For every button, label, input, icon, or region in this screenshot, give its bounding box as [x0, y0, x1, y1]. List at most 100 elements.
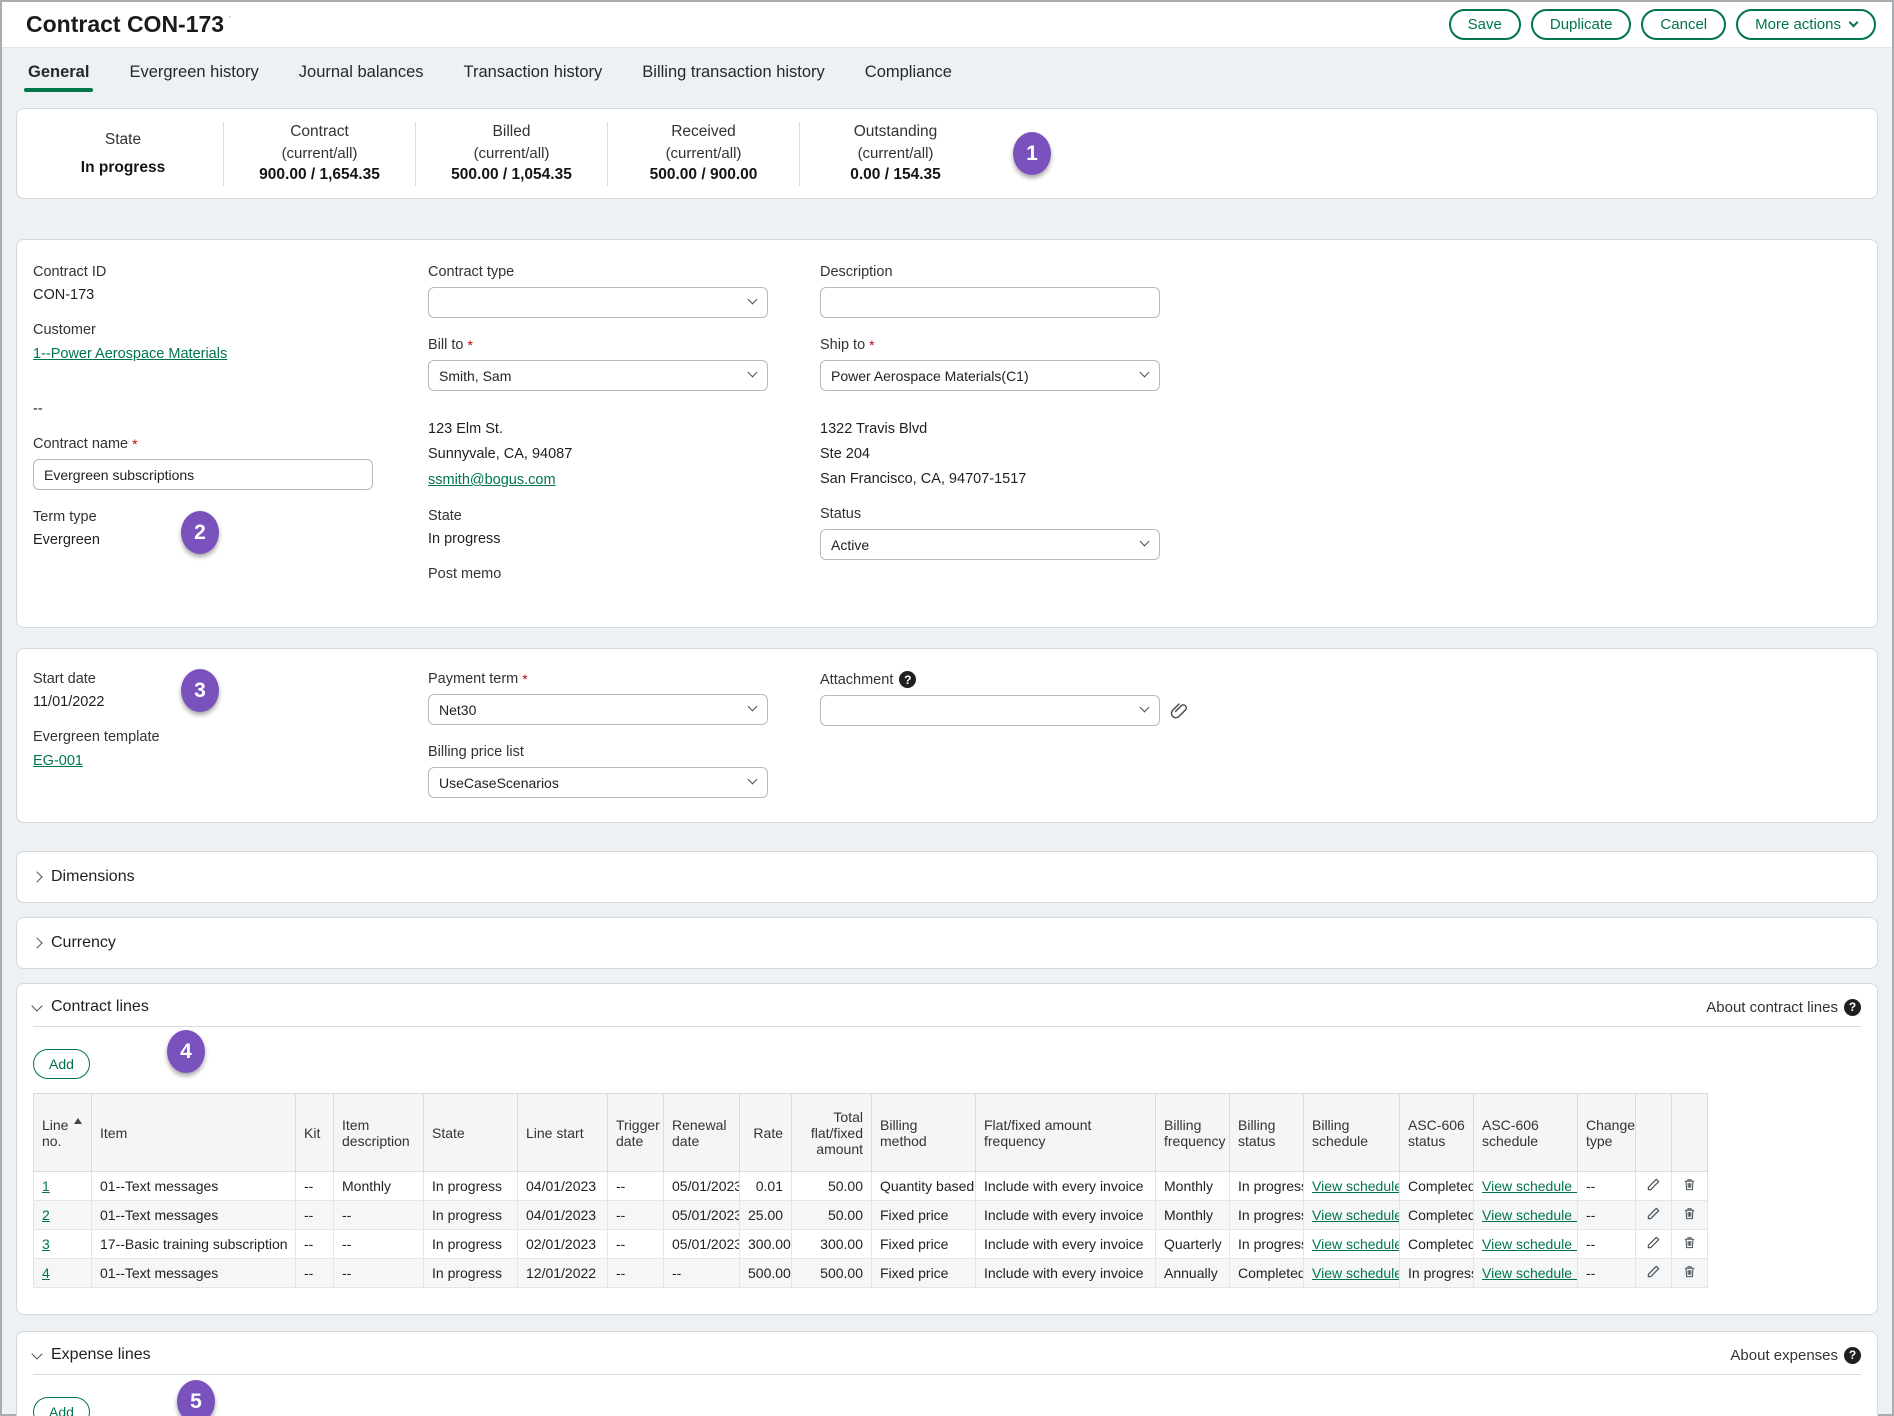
summary-state-value: In progress — [81, 159, 165, 177]
col-kit[interactable]: Kit — [296, 1094, 334, 1172]
ship-to-address-1: 1322 Travis Blvd — [820, 421, 1861, 437]
delete-icon[interactable] — [1682, 1206, 1697, 1221]
contract-type-select[interactable] — [428, 287, 768, 318]
col-billing-status[interactable]: Billing status — [1230, 1094, 1304, 1172]
edit-icon[interactable] — [1646, 1206, 1661, 1221]
edit-icon[interactable] — [1646, 1177, 1661, 1192]
payment-term-select[interactable]: Net30 — [428, 694, 768, 725]
line-number-link[interactable]: 4 — [42, 1265, 50, 1281]
asc606-schedule-link[interactable]: View schedule 1 — [1482, 1236, 1578, 1252]
ship-to-address-3: San Francisco, CA, 94707-1517 — [820, 471, 1861, 487]
bill-to-select[interactable]: Smith, Sam — [428, 360, 768, 391]
currency-panel[interactable]: Currency — [16, 917, 1878, 969]
billing-schedule-link[interactable]: View schedule — [1312, 1178, 1400, 1194]
cell-change-type: -- — [1578, 1201, 1636, 1230]
evergreen-template-link[interactable]: EG-001 — [33, 753, 83, 769]
billing-price-list-select[interactable]: UseCaseScenarios — [428, 767, 768, 798]
currency-panel-label: Currency — [51, 934, 116, 952]
add-expense-line-button[interactable]: Add — [33, 1397, 90, 1416]
col-line-no[interactable]: Line no. — [34, 1094, 92, 1172]
line-number-link[interactable]: 3 — [42, 1236, 50, 1252]
billing-schedule-link[interactable]: View schedule — [1312, 1236, 1400, 1252]
col-item[interactable]: Item — [92, 1094, 296, 1172]
col-billing-frequency[interactable]: Billing frequency — [1156, 1094, 1230, 1172]
col-item-description[interactable]: Item description — [334, 1094, 424, 1172]
bill-to-address-2: Sunnyvale, CA, 94087 — [428, 446, 820, 462]
status-label: Status — [820, 506, 1861, 522]
edit-icon[interactable] — [1646, 1235, 1661, 1250]
line-number-link[interactable]: 1 — [42, 1178, 50, 1194]
contract-id-value: CON-173 — [33, 287, 428, 303]
about-expenses-link[interactable]: About expenses — [1730, 1347, 1838, 1364]
col-state[interactable]: State — [424, 1094, 518, 1172]
billing-schedule-link[interactable]: View schedule — [1312, 1207, 1400, 1223]
cell-flat-frequency: Include with every invoice — [976, 1259, 1156, 1288]
tab-transaction-history[interactable]: Transaction history — [448, 48, 619, 96]
title-actions: Save Duplicate Cancel More actions — [1449, 9, 1876, 40]
delete-icon[interactable] — [1682, 1177, 1697, 1192]
paperclip-icon[interactable] — [1170, 701, 1190, 721]
tab-journal-balances[interactable]: Journal balances — [283, 48, 440, 96]
line-number-link[interactable]: 2 — [42, 1207, 50, 1223]
save-button[interactable]: Save — [1449, 9, 1521, 40]
col-trigger-date[interactable]: Trigger date — [608, 1094, 664, 1172]
cell-line-start: 12/01/2022 — [518, 1259, 608, 1288]
description-input[interactable] — [820, 287, 1160, 318]
cell-line-start: 04/01/2023 — [518, 1172, 608, 1201]
col-billing-schedule[interactable]: Billing schedule — [1304, 1094, 1400, 1172]
attachment-select[interactable] — [820, 695, 1160, 726]
cell-billing-method: Quantity based — [872, 1172, 976, 1201]
status-select[interactable]: Active — [820, 529, 1160, 560]
cell-item: 01--Text messages — [92, 1201, 296, 1230]
chevron-right-icon — [31, 937, 42, 948]
cell-item-description: -- — [334, 1201, 424, 1230]
ship-to-select[interactable]: Power Aerospace Materials(C1) — [820, 360, 1160, 391]
add-contract-line-button[interactable]: Add — [33, 1049, 90, 1079]
customer-link[interactable]: 1--Power Aerospace Materials — [33, 346, 227, 362]
bill-to-email-link[interactable]: ssmith@bogus.com — [428, 472, 556, 488]
edit-icon[interactable] — [1646, 1264, 1661, 1279]
about-contract-lines-link[interactable]: About contract lines — [1706, 999, 1838, 1016]
col-flat-fixed-frequency[interactable]: Flat/fixed amount frequency — [976, 1094, 1156, 1172]
help-icon[interactable] — [1844, 1347, 1861, 1364]
more-actions-button[interactable]: More actions — [1736, 9, 1876, 40]
delete-icon[interactable] — [1682, 1264, 1697, 1279]
col-rate[interactable]: Rate — [740, 1094, 792, 1172]
dimensions-panel[interactable]: Dimensions — [16, 851, 1878, 903]
contract-lines-section: Contract lines About contract lines 4 Ad… — [16, 983, 1878, 1315]
col-edit — [1636, 1094, 1672, 1172]
col-line-start[interactable]: Line start — [518, 1094, 608, 1172]
delete-icon[interactable] — [1682, 1235, 1697, 1250]
tab-billing-transaction-history[interactable]: Billing transaction history — [626, 48, 841, 96]
contract-lines-toggle[interactable]: Contract lines — [33, 998, 149, 1016]
cancel-button[interactable]: Cancel — [1641, 9, 1726, 40]
asc606-schedule-link[interactable]: View schedule 1 — [1482, 1265, 1578, 1281]
asc606-schedule-link[interactable]: View schedule 1 — [1482, 1178, 1578, 1194]
cell-trigger-date: -- — [608, 1172, 664, 1201]
col-renewal-date[interactable]: Renewal date — [664, 1094, 740, 1172]
col-asc606-status[interactable]: ASC-606 status — [1400, 1094, 1474, 1172]
help-icon[interactable] — [1844, 999, 1861, 1016]
cell-item-description: Monthly — [334, 1172, 424, 1201]
tab-compliance[interactable]: Compliance — [849, 48, 968, 96]
expense-lines-toggle[interactable]: Expense lines — [33, 1346, 151, 1364]
cell-state: In progress — [424, 1172, 518, 1201]
contract-name-input[interactable] — [33, 459, 373, 490]
col-total-flat-fixed[interactable]: Total flat/fixed amount — [792, 1094, 872, 1172]
duplicate-button[interactable]: Duplicate — [1531, 9, 1632, 40]
billing-schedule-link[interactable]: View schedule — [1312, 1265, 1400, 1281]
col-asc606-schedule[interactable]: ASC-606 schedule — [1474, 1094, 1578, 1172]
cell-billing-frequency: Annually — [1156, 1259, 1230, 1288]
contract-line-row: 1 01--Text messages -- Monthly In progre… — [34, 1172, 1861, 1201]
tab-general[interactable]: General — [12, 48, 105, 96]
asc606-schedule-link[interactable]: View schedule 1 — [1482, 1207, 1578, 1223]
dimensions-panel-label: Dimensions — [51, 868, 135, 886]
cell-rate: 300.00 — [740, 1230, 792, 1259]
col-billing-method[interactable]: Billing method — [872, 1094, 976, 1172]
contract-id-label: Contract ID — [33, 264, 428, 280]
term-type-value: Evergreen — [33, 532, 428, 548]
tab-evergreen-history[interactable]: Evergreen history — [113, 48, 274, 96]
callout-badge-3: 3 — [181, 669, 219, 712]
col-change-type[interactable]: Change type — [1578, 1094, 1636, 1172]
help-icon[interactable] — [899, 671, 916, 688]
